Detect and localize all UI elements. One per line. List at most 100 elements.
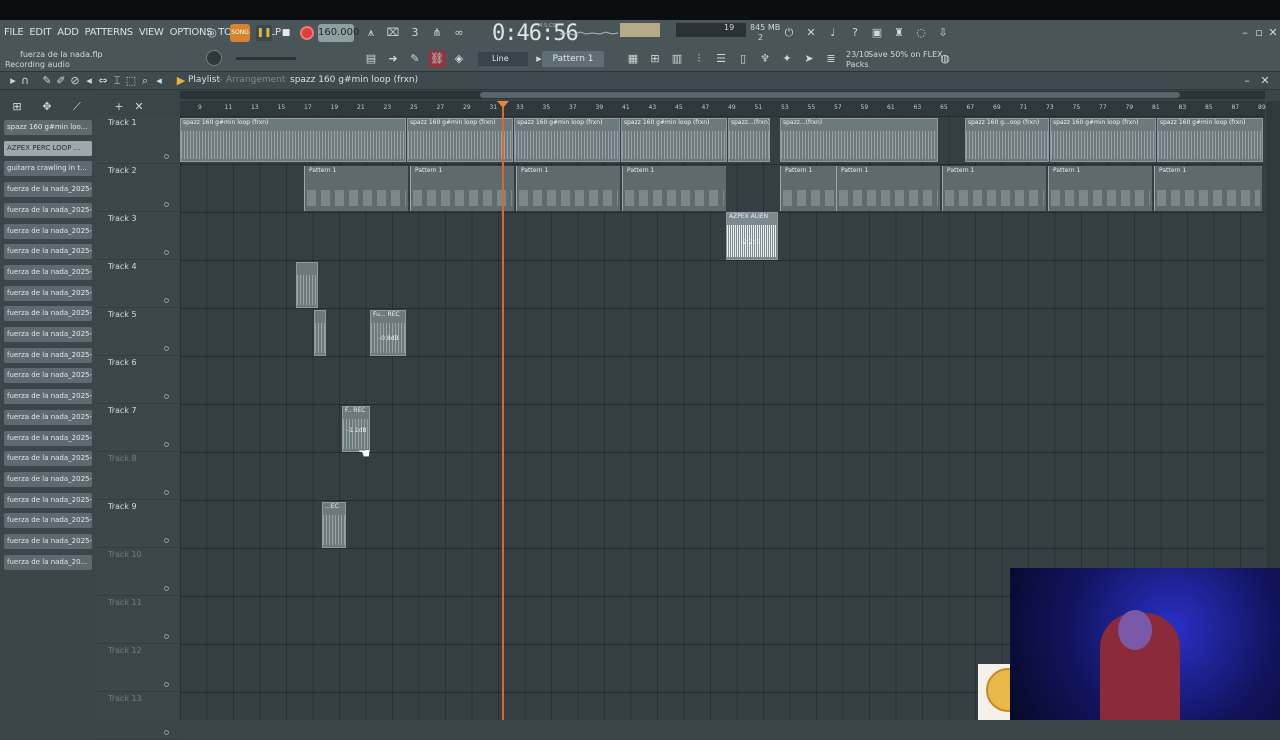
menu-list-icon[interactable]: ≣	[822, 50, 840, 68]
countdown-icon[interactable]: 3	[406, 24, 424, 42]
mixer-icon[interactable]: ✕	[802, 24, 820, 42]
wait-input-icon[interactable]: ⌧	[384, 24, 402, 42]
picker-clip-item[interactable]: fuerza de la nada_2025-...	[4, 264, 92, 280]
pattern-clip[interactable]: Pattern 1	[780, 166, 838, 211]
picker-clip-item[interactable]: spazz 160 g#min loo...	[4, 120, 92, 135]
power-icon[interactable]: ⏻	[780, 24, 798, 42]
picker-clip-item[interactable]: fuerza de la nada_2025-...	[4, 327, 92, 342]
track-mute-dot[interactable]	[164, 298, 169, 303]
step-edit-icon[interactable]: ⋔	[428, 24, 446, 42]
audio-clip[interactable]: spazz...(frxn)	[728, 118, 770, 162]
track-mute-dot[interactable]	[164, 490, 169, 495]
picker-clip-item[interactable]: fuerza de la nada_2025-...	[4, 368, 92, 384]
picker-move-icon[interactable]: ✥	[38, 98, 56, 116]
track-header[interactable]: Track 7	[96, 404, 178, 452]
mixer-view-icon[interactable]: ⫶	[690, 50, 708, 68]
metronome-icon[interactable]: ⩚	[362, 24, 380, 42]
tempo-tap-icon[interactable]: ➤	[800, 50, 818, 68]
browser-icon[interactable]: ☰	[712, 50, 730, 68]
recorded-clip[interactable]: Fu... REC -0.8dB	[370, 310, 406, 356]
master-volume-slider[interactable]	[236, 57, 296, 60]
picker-clip-item[interactable]: fuerza de la nada_2025-...	[4, 223, 92, 239]
timeline-ruler[interactable]: 9 11 13 15 17 19 21 23 25 27 29 31 33 35 37 39 41 43 45 47 4…	[180, 101, 1266, 116]
picker-clip-item[interactable]: fuerza de la nada_20...	[4, 554, 92, 570]
track-header[interactable]: Track 11	[96, 596, 178, 644]
pattern-clip[interactable]: Pattern 1	[622, 166, 726, 211]
horizontal-scrollbar[interactable]	[180, 91, 1265, 99]
track-mute-dot[interactable]	[164, 154, 169, 159]
playhead-marker[interactable]	[497, 101, 509, 108]
globe-icon[interactable]: ◍	[936, 50, 954, 68]
recorded-clip[interactable]	[296, 262, 318, 308]
tools-icon[interactable]: ✦	[778, 50, 796, 68]
close-icon[interactable]: ✕	[1264, 24, 1280, 42]
picker-clip-item[interactable]: guitarra crawling in t...	[4, 161, 92, 177]
news-text[interactable]: Save 50% on FLEX	[868, 50, 943, 59]
track-header[interactable]: Track 12	[96, 644, 178, 692]
track-header[interactable]: Track 6	[96, 356, 178, 404]
playlist-icon[interactable]: ▦	[624, 50, 642, 68]
stop-button[interactable]: ■	[278, 25, 294, 41]
track-mute-dot[interactable]	[164, 250, 169, 255]
pattern-clip[interactable]: Pattern 1	[516, 166, 620, 211]
plugin-icon[interactable]: ♜	[890, 24, 908, 42]
audio-clip[interactable]: spazz 160 g#min loop (frxn)	[1157, 118, 1263, 162]
picker-clip-item[interactable]: fuerza de la nada_2025-...	[4, 347, 92, 363]
song-mode-button[interactable]: SONG	[230, 24, 250, 42]
track-mute-dot[interactable]	[164, 202, 169, 207]
track-mute-dot[interactable]	[164, 538, 169, 543]
horizontal-scrollbar-thumb[interactable]	[480, 92, 1180, 98]
save-icon[interactable]: ▣	[868, 24, 886, 42]
picker-clip-item[interactable]: AZPEX PERC LOOP ...	[4, 140, 92, 156]
link-icon[interactable]: ⛓	[428, 50, 446, 68]
chat-icon[interactable]: ◌	[912, 24, 930, 42]
track-mute-dot[interactable]	[164, 586, 169, 591]
picker-clip-item[interactable]: fuerza de la nada_2025-...	[4, 492, 92, 508]
playlist-active-pattern[interactable]: spazz 160 g#min loop (frxn)	[290, 75, 418, 85]
picker-clip-item[interactable]: fuerza de la nada_2025-...	[4, 430, 92, 446]
track-mute-dot[interactable]	[164, 730, 169, 735]
audio-clip[interactable]: spazz 160 g#min loop (frxn)	[1050, 118, 1156, 162]
audio-clip[interactable]: spazz 160 g#min loop (frxn)	[407, 118, 513, 162]
pattern-selector[interactable]: Pattern 1	[542, 51, 604, 67]
track-mute-dot[interactable]	[164, 394, 169, 399]
audio-clip[interactable]: spazz 160 g#min loop (frxn)	[621, 118, 727, 162]
picker-clip-item[interactable]: fuerza de la nada_2025-...	[4, 389, 92, 405]
stamp-icon[interactable]: ◈	[450, 50, 468, 68]
picker-clip-item[interactable]: fuerza de la nada_2025-...	[4, 409, 92, 425]
picker-clip-item[interactable]: fuerza de la nada_2025-...	[4, 182, 92, 198]
picker-clip-item[interactable]: fuerza de la nada_2025-...	[4, 513, 92, 529]
file-icon[interactable]: ▯	[734, 50, 752, 68]
pattern-clip[interactable]: Pattern 1	[304, 166, 408, 211]
channel-rack-icon[interactable]: ⊞	[646, 50, 664, 68]
recorded-clip[interactable]	[314, 310, 326, 356]
track-header[interactable]: Track 10	[96, 548, 178, 596]
record-button[interactable]	[300, 26, 314, 40]
snap-selector[interactable]: Line	[478, 52, 528, 66]
audio-clip[interactable]: spazz 160 g#min loop (frxn)	[514, 118, 620, 162]
picker-clip-item[interactable]: fuerza de la nada_2025-...	[4, 306, 92, 322]
clock-icon[interactable]: ◎	[203, 24, 221, 42]
menu-view[interactable]: VIEW	[139, 27, 164, 38]
arrow-right-icon[interactable]: ➜	[384, 50, 402, 68]
playlist-minimize-icon[interactable]: –	[1238, 72, 1256, 90]
pattern-clip[interactable]: Pattern 1	[1154, 166, 1262, 211]
play-button[interactable]: ❚❚	[256, 25, 272, 41]
picker-expand-icon[interactable]: ⊞	[8, 98, 26, 116]
picker-clip-item[interactable]: fuerza de la nada_2025-...	[4, 202, 92, 218]
tempo-display[interactable]: 160.000	[318, 24, 359, 42]
pattern-clip[interactable]: Pattern 1	[836, 166, 940, 211]
pattern-clip[interactable]: Pattern 1	[1048, 166, 1152, 211]
picker-clip-item[interactable]: fuerza de la nada_2025-...	[4, 451, 92, 467]
track-mute-dot[interactable]	[164, 442, 169, 447]
track-header[interactable]: Track 8	[96, 452, 178, 500]
download-icon[interactable]: ⇩	[934, 24, 952, 42]
audio-clip[interactable]: spazz 160 g...oop (frxn)	[965, 118, 1049, 162]
playhead[interactable]	[502, 101, 504, 720]
microphone-icon[interactable]: ♩	[824, 24, 842, 42]
piano-icon[interactable]: ▤	[362, 50, 380, 68]
track-mute-dot[interactable]	[164, 682, 169, 687]
audio-clip[interactable]: AZPEX ALIEN -2.2dB	[726, 212, 778, 260]
menu-edit[interactable]: EDIT	[29, 27, 51, 38]
picker-clip-item[interactable]: fuerza de la nada_2025-...	[4, 534, 92, 549]
